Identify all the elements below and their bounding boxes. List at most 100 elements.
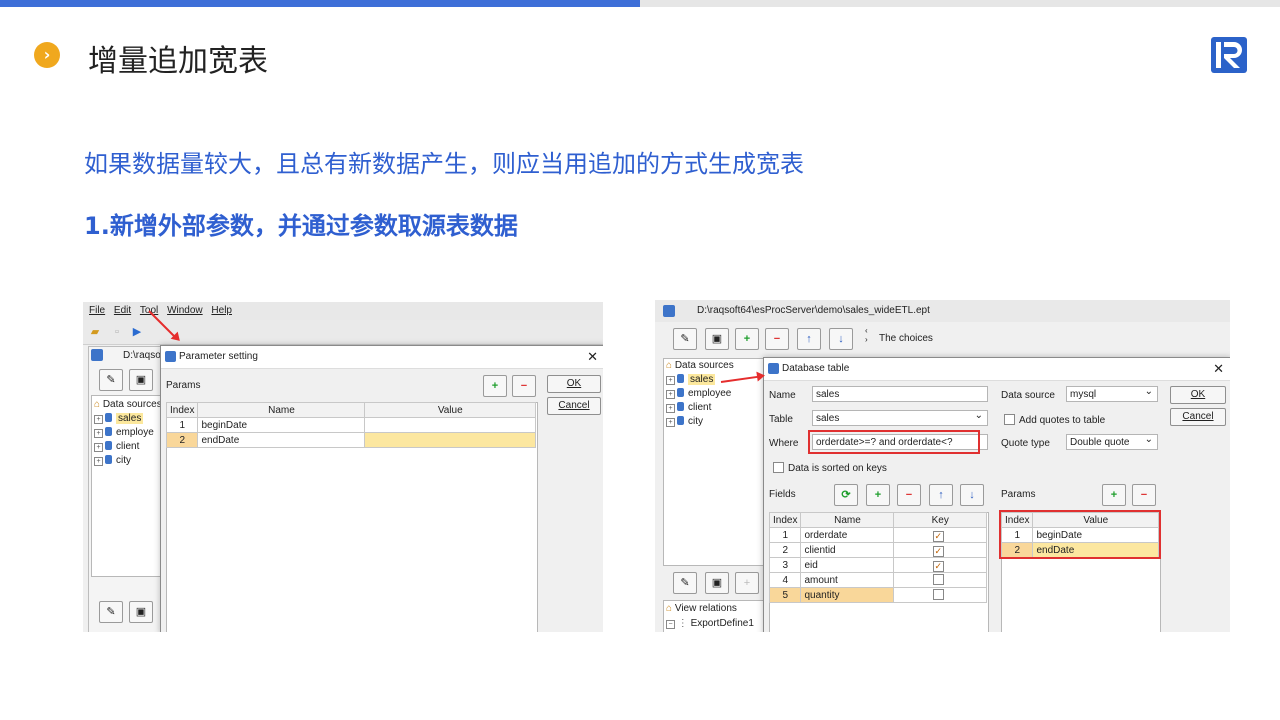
expand-icon[interactable]: + bbox=[94, 429, 103, 438]
name-input[interactable]: sales bbox=[812, 386, 988, 402]
preview-button[interactable]: ▣ bbox=[705, 328, 729, 350]
menu-edit[interactable]: Edit bbox=[114, 302, 131, 320]
expand-icon[interactable]: + bbox=[666, 376, 675, 385]
dialog-title-bar: Database table ✕ bbox=[764, 358, 1230, 381]
move-down-button[interactable]: ↓ bbox=[829, 328, 853, 350]
name-label: Name bbox=[769, 390, 796, 401]
menu-file[interactable]: File bbox=[89, 302, 105, 320]
remove-field-button[interactable]: − bbox=[897, 484, 921, 506]
remove-param-button[interactable]: − bbox=[512, 375, 536, 397]
table-row[interactable]: 4 amount bbox=[768, 572, 987, 588]
datasource-select[interactable]: mysql bbox=[1066, 384, 1158, 402]
param-name-cell[interactable]: beginDate bbox=[197, 417, 366, 433]
file-path: D:\raqsoft64\esProcServer\demo\sales_wid… bbox=[697, 305, 930, 316]
remove-button[interactable]: − bbox=[765, 328, 789, 350]
preview-button[interactable]: ▣ bbox=[129, 369, 153, 391]
checkbox-icon[interactable] bbox=[773, 462, 784, 473]
run-icon[interactable]: ▶ bbox=[130, 325, 144, 339]
tree-item-employee[interactable]: + employee bbox=[666, 387, 731, 401]
preview-button-2[interactable]: ▣ bbox=[129, 601, 153, 623]
remove-param-button[interactable]: − bbox=[1132, 484, 1156, 506]
table-row[interactable]: 2 endDate bbox=[165, 432, 536, 448]
field-up-button[interactable]: ↑ bbox=[929, 484, 953, 506]
quotetype-label: Quote type bbox=[1001, 438, 1050, 449]
edit-button-2[interactable]: ✎ bbox=[673, 572, 697, 594]
checkbox-icon[interactable] bbox=[1004, 414, 1015, 425]
col-index: Index bbox=[165, 402, 199, 418]
cancel-button[interactable]: Cancel bbox=[1170, 408, 1226, 426]
table-row[interactable]: 3 eid ✓ bbox=[768, 557, 987, 573]
close-icon[interactable]: ✕ bbox=[587, 346, 598, 368]
home-icon: ⌂ bbox=[666, 360, 673, 371]
tree-item-client[interactable]: + client bbox=[666, 401, 711, 415]
open-folder-icon[interactable]: ▰ bbox=[88, 325, 102, 339]
checkbox-checked-icon[interactable]: ✓ bbox=[932, 560, 944, 572]
tree-item-sales[interactable]: + sales bbox=[666, 373, 716, 387]
tree-item-employee[interactable]: + employe bbox=[94, 426, 154, 440]
database-table-screenshot: D:\raqsoft64\esProcServer\demo\sales_wid… bbox=[655, 300, 1230, 632]
add-button[interactable]: + bbox=[735, 328, 759, 350]
checkbox-icon[interactable] bbox=[932, 574, 944, 585]
choices-toggle-icon[interactable]: ‹ › bbox=[865, 326, 868, 344]
edit-button[interactable]: ✎ bbox=[673, 328, 697, 350]
tree-item-sales[interactable]: + sales bbox=[94, 412, 144, 426]
tree-item-city[interactable]: + city bbox=[666, 415, 703, 429]
menu-bar: File Edit Tool Window Help bbox=[83, 302, 603, 320]
tree-item-city[interactable]: + city bbox=[94, 454, 131, 468]
expand-icon[interactable]: + bbox=[94, 415, 103, 424]
home-icon: ⌂ bbox=[94, 399, 101, 410]
window-title-bar: D:\raqsoft64\esProcServer\demo\sales_wid… bbox=[655, 300, 1230, 323]
expand-icon[interactable]: + bbox=[666, 404, 675, 413]
expand-icon[interactable]: + bbox=[94, 443, 103, 452]
data-source-tree: ⌂ Data sources + sales + employe + client +… bbox=[91, 395, 169, 577]
checkbox-checked-icon[interactable]: ✓ bbox=[932, 545, 944, 557]
field-down-button[interactable]: ↓ bbox=[960, 484, 984, 506]
table-select[interactable]: sales bbox=[812, 408, 988, 426]
export-define-item[interactable]: − ⋮ ExportDefine1 bbox=[666, 617, 754, 631]
checkbox-icon[interactable] bbox=[932, 589, 944, 600]
add-field-button[interactable]: + bbox=[866, 484, 890, 506]
menu-help[interactable]: Help bbox=[211, 302, 232, 320]
table-row[interactable]: 5 quantity bbox=[768, 587, 987, 603]
add-param-button[interactable]: + bbox=[483, 375, 507, 397]
table-row[interactable]: 2 clientid ✓ bbox=[768, 542, 987, 558]
checkbox-checked-icon[interactable]: ✓ bbox=[932, 530, 944, 542]
menu-window[interactable]: Window bbox=[167, 302, 203, 320]
param-name-cell[interactable]: endDate bbox=[197, 432, 366, 448]
preview-button-2[interactable]: ▣ bbox=[705, 572, 729, 594]
parameter-setting-dialog: Parameter setting ✕ Params + − OK Cancel… bbox=[160, 345, 603, 632]
edit-button[interactable]: ✎ bbox=[99, 369, 123, 391]
col-value: Value bbox=[364, 402, 536, 418]
expand-icon[interactable]: + bbox=[94, 457, 103, 466]
move-up-button[interactable]: ↑ bbox=[797, 328, 821, 350]
database-icon bbox=[677, 374, 684, 383]
table-row[interactable]: 1 orderdate ✓ bbox=[768, 527, 987, 543]
home-icon: ⌂ bbox=[666, 603, 673, 614]
add-param-button[interactable]: + bbox=[1102, 484, 1126, 506]
edit-button-2[interactable]: ✎ bbox=[99, 601, 123, 623]
ok-button[interactable]: OK bbox=[547, 375, 601, 393]
database-icon bbox=[677, 402, 684, 411]
cancel-button[interactable]: Cancel bbox=[547, 397, 601, 415]
table-row[interactable]: 1 beginDate bbox=[165, 417, 536, 433]
tree-root[interactable]: ⌂ Data sources bbox=[94, 398, 162, 412]
fields-label: Fields bbox=[769, 489, 796, 500]
ok-button[interactable]: OK bbox=[1170, 386, 1226, 404]
add-quotes-checkbox[interactable]: Add quotes to table bbox=[1004, 414, 1105, 426]
params-label: Params bbox=[1001, 489, 1036, 500]
param-value-cell[interactable] bbox=[364, 432, 536, 448]
expand-icon[interactable]: + bbox=[666, 390, 675, 399]
inner-window: D:\raqso ✎ ▣ ⌂ Data sources + sales + empl… bbox=[88, 346, 170, 632]
sorted-checkbox[interactable]: Data is sorted on keys bbox=[773, 462, 887, 474]
tree-item-client[interactable]: + client bbox=[94, 440, 139, 454]
param-value-cell[interactable] bbox=[364, 417, 536, 433]
tree-root[interactable]: ⌂ Data sources bbox=[666, 359, 734, 373]
quotetype-select[interactable]: Double quote bbox=[1066, 432, 1158, 450]
view-relations-root[interactable]: ⌂ View relations bbox=[666, 602, 737, 616]
collapse-icon[interactable]: − bbox=[666, 620, 675, 629]
close-icon[interactable]: ✕ bbox=[1213, 358, 1224, 380]
refresh-fields-button[interactable]: ⟳ bbox=[834, 484, 858, 506]
expand-icon[interactable]: + bbox=[666, 418, 675, 427]
add-button-2[interactable]: + bbox=[735, 572, 759, 594]
save-icon[interactable]: ▫ bbox=[110, 325, 124, 339]
